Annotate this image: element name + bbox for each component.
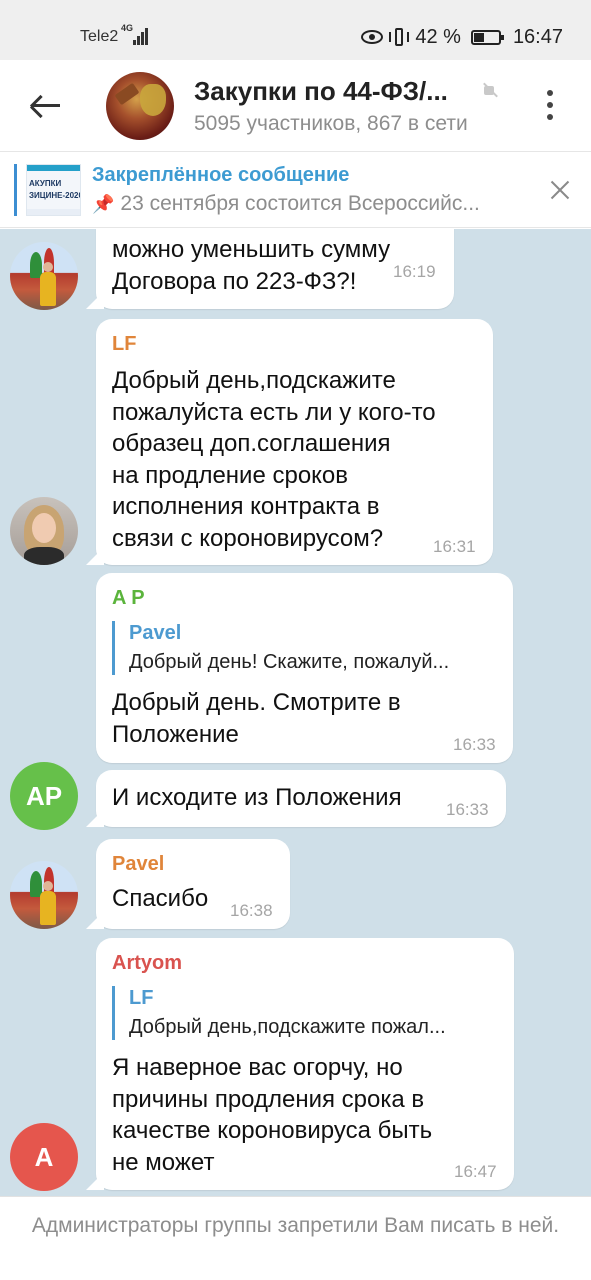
- close-pinned-button[interactable]: [548, 178, 572, 202]
- message-text: Спасибо: [112, 885, 209, 912]
- reply-quote[interactable]: Pavel Добрый день! Скажите, пожалуй...: [112, 621, 449, 675]
- message-text: Добрый день,подскажите пожалуйста есть л…: [112, 367, 436, 552]
- message-bubble[interactable]: Artyom LF Добрый день,подскажите пожал..…: [96, 938, 514, 1190]
- network-type-label: 4G: [121, 23, 134, 33]
- pinned-accent-bar: [14, 164, 17, 216]
- avatar[interactable]: A: [10, 1123, 78, 1191]
- message-text: Я наверное вас огорчу, но причины продле…: [112, 1054, 433, 1176]
- sender-name[interactable]: A P: [112, 587, 145, 610]
- restriction-text: Администраторы группы запретили Вам писа…: [31, 1214, 560, 1237]
- pinned-thumb-text-2: ЗИЦИНЕ-2020: [29, 191, 81, 200]
- message-bubble[interactable]: A P Pavel Добрый день! Скажите, пожалуй.…: [96, 573, 513, 763]
- reply-quote[interactable]: LF Добрый день,подскажите пожал...: [112, 986, 446, 1040]
- message-bubble[interactable]: LF Добрый день,подскажите пожалуйста ест…: [96, 319, 493, 565]
- message-bubble[interactable]: можно уменьшить сумму Договора по 223-ФЗ…: [96, 229, 454, 309]
- avatar[interactable]: [10, 861, 78, 929]
- message-text: Добрый день. Смотрите в Положение: [112, 689, 401, 748]
- avatar-initials: A: [34, 1141, 54, 1172]
- sender-name[interactable]: Artyom: [112, 952, 182, 975]
- group-avatar[interactable]: [106, 72, 174, 140]
- message-text: можно уменьшить сумму Договора по 223-ФЗ…: [112, 236, 391, 295]
- message-time: 16:47: [454, 1162, 497, 1181]
- message-time: 16:19: [393, 262, 436, 281]
- carrier-label: Tele2: [80, 28, 119, 45]
- pinned-title: Закреплённое сообщение: [92, 164, 350, 186]
- message-bubble[interactable]: И исходите из Положения 16:33: [96, 770, 506, 827]
- battery-icon: [470, 29, 504, 45]
- chat-subtitle: 5095 участников, 867 в сети: [194, 112, 468, 135]
- pushpin-icon: 📌: [92, 194, 115, 214]
- pinned-message[interactable]: АКУПКИ ЗИЦИНЕ-2020 Закреплённое сообщени…: [0, 152, 591, 228]
- sender-name[interactable]: Pavel: [112, 853, 164, 876]
- status-bar: Tele2 4G 42 % 16:47: [0, 0, 591, 60]
- eye-icon: [361, 30, 384, 44]
- status-right: 42 % 16:47: [361, 23, 563, 51]
- pinned-preview: 📌 23 сентября состоится Всероссийс...: [92, 192, 480, 216]
- message-list[interactable]: можно уменьшить сумму Договора по 223-ФЗ…: [0, 229, 591, 1196]
- signal-icon: 4G: [121, 23, 151, 45]
- chat-header: Закупки по 44-ФЗ/... 5095 участников, 86…: [0, 60, 591, 152]
- more-options-button[interactable]: [540, 88, 560, 122]
- pinned-thumb-text-1: АКУПКИ: [29, 179, 62, 188]
- message-time: 16:33: [446, 800, 489, 819]
- vibrate-icon: [389, 27, 410, 47]
- message-time: 16:38: [230, 901, 273, 920]
- write-restricted-banner: Администраторы группы запретили Вам писа…: [0, 1196, 591, 1280]
- reply-author: Pavel: [129, 622, 182, 644]
- avatar[interactable]: [10, 242, 78, 310]
- pinned-preview-text: 23 сентября состоится Всероссийс...: [120, 192, 480, 215]
- sender-name[interactable]: LF: [112, 333, 136, 356]
- message-time: 16:33: [453, 735, 496, 754]
- reply-author: LF: [129, 987, 154, 1009]
- avatar-initials: AP: [25, 780, 63, 811]
- clock: 16:47: [512, 25, 563, 48]
- pinned-thumbnail: АКУПКИ ЗИЦИНЕ-2020: [26, 164, 81, 216]
- battery-percent: 42 %: [415, 25, 461, 48]
- message-bubble[interactable]: Pavel Спасибо 16:38: [96, 839, 290, 929]
- avatar[interactable]: AP: [10, 762, 78, 830]
- muted-icon: [482, 82, 498, 98]
- reply-text: Добрый день! Скажите, пожалуй...: [129, 651, 450, 673]
- back-button[interactable]: [28, 88, 64, 124]
- message-time: 16:31: [433, 537, 476, 556]
- avatar[interactable]: [10, 497, 78, 565]
- reply-text: Добрый день,подскажите пожал...: [129, 1016, 446, 1038]
- message-text: И исходите из Положения: [112, 784, 402, 811]
- chat-title[interactable]: Закупки по 44-ФЗ/...: [194, 76, 448, 107]
